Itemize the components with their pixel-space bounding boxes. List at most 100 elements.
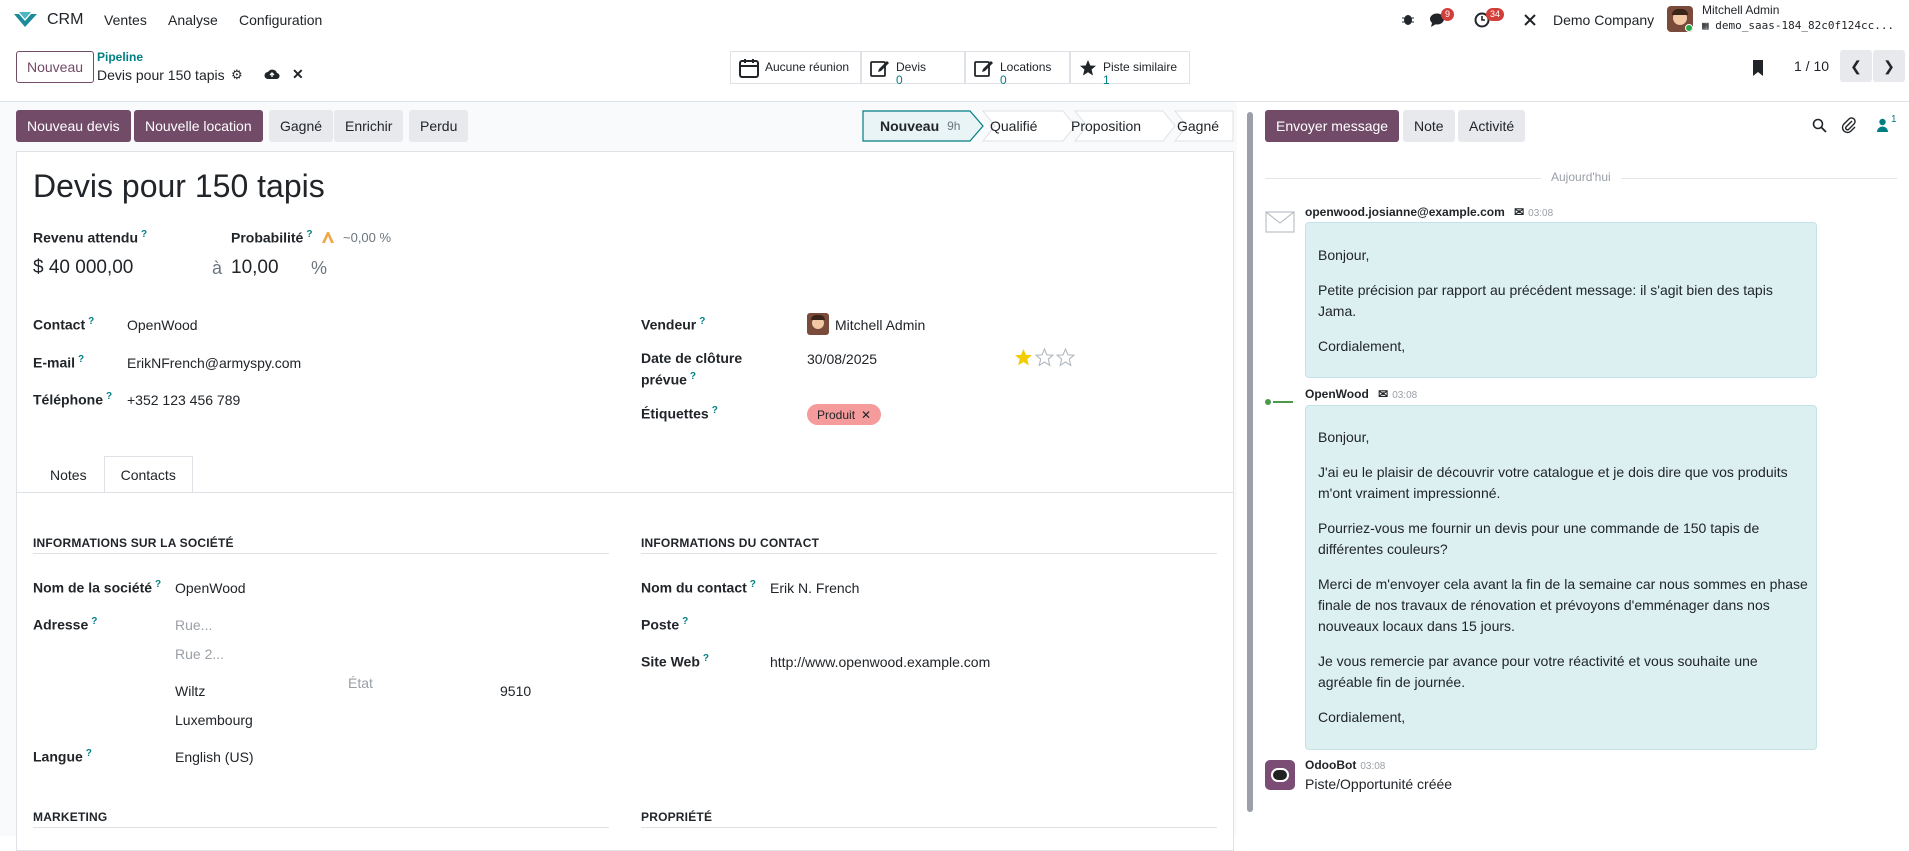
phone-label-text: Téléphone <box>33 391 104 408</box>
probability-field[interactable]: 10,00 <box>231 257 279 279</box>
form-scrollbar[interactable] <box>1245 102 1255 836</box>
smart-button-quotes[interactable]: Devis 0 <box>861 51 965 86</box>
won-button[interactable]: Gagné <box>269 110 334 142</box>
chevron-left-icon: ❮ <box>1850 57 1862 74</box>
envelope-avatar-icon <box>1265 211 1295 233</box>
tab-notes[interactable]: Notes <box>33 456 104 492</box>
smart-button-similar[interactable]: Piste similaire 1 <box>1070 51 1190 86</box>
app-logo-icon[interactable] <box>13 11 38 29</box>
seller-field[interactable]: Mitchell Admin <box>835 317 925 333</box>
language-label: Langue? <box>33 748 92 765</box>
contact-label-text: Contact <box>33 316 86 333</box>
menu-ventes[interactable]: Ventes <box>104 12 147 28</box>
city-field[interactable]: Wiltz <box>175 683 205 699</box>
email-field[interactable]: ErikNFrench@armyspy.com <box>127 355 301 371</box>
ai-probability-icon[interactable] <box>321 230 335 244</box>
stage-qualified[interactable]: Qualifié <box>990 110 1037 142</box>
edit-icon <box>974 60 993 77</box>
priority-stars[interactable] <box>1014 348 1075 367</box>
star-empty-icon[interactable] <box>1056 348 1075 367</box>
smart-button-meetings[interactable]: Aucune réunion <box>730 51 861 84</box>
email-label-text: E-mail <box>33 354 76 371</box>
stage-won[interactable]: Gagné <box>1177 110 1219 142</box>
scrollbar-thumb[interactable] <box>1247 112 1253 812</box>
contact-label: Contact? <box>33 316 95 333</box>
mail-icon: ✉ <box>1378 387 1389 401</box>
language-field[interactable]: English (US) <box>175 749 254 765</box>
company-name-label: Nom de la société? <box>33 579 162 596</box>
at-separator: à <box>212 258 223 278</box>
lost-button[interactable]: Perdu <box>409 110 469 142</box>
paperclip-icon[interactable] <box>1841 117 1857 134</box>
app-name[interactable]: CRM <box>47 11 83 29</box>
company-name-field[interactable]: OpenWood <box>175 580 246 596</box>
message-bubble: Bonjour, Petite précision par rapport au… <box>1305 222 1817 378</box>
country-field[interactable]: Luxembourg <box>175 712 253 728</box>
search-icon[interactable] <box>1812 118 1827 133</box>
lead-title[interactable]: Devis pour 150 tapis <box>33 168 325 205</box>
stage-new[interactable]: Nouveau 9h <box>880 110 960 142</box>
bookmark-icon[interactable] <box>1751 59 1765 77</box>
message-author-name: openwood.josianne@example.com <box>1305 205 1505 219</box>
revenue-field[interactable]: $ 40 000,00 <box>33 257 133 279</box>
message-author[interactable]: OpenWood ✉ 03:08 <box>1305 387 1417 401</box>
job-label: Poste? <box>641 616 689 633</box>
pager-next[interactable]: ❯ <box>1873 50 1905 82</box>
message-author[interactable]: openwood.josianne@example.com ✉ 03:08 <box>1305 205 1553 219</box>
smart-rentals-label: Locations <box>1000 60 1052 74</box>
company-info-heading: INFORMATIONS SUR LA SOCIÉTÉ <box>33 536 234 550</box>
message-text: Je vous remercie par avance pour votre r… <box>1318 653 1758 669</box>
probability-ai: ~0,00 % <box>343 230 392 245</box>
phone-label: Téléphone? <box>33 391 113 408</box>
bug-icon[interactable] <box>1401 12 1415 26</box>
street2-input[interactable]: Rue 2... <box>175 646 224 662</box>
save-cloud-icon[interactable] <box>264 68 280 80</box>
user-name[interactable]: Mitchell Admin <box>1702 3 1779 17</box>
menu-analyse[interactable]: Analyse <box>168 12 218 28</box>
star-filled-icon[interactable] <box>1014 348 1033 367</box>
pager-previous[interactable]: ❮ <box>1840 50 1872 82</box>
form-sheet <box>16 151 1234 851</box>
log-note-button[interactable]: Note <box>1403 110 1455 142</box>
tags-label: Étiquettes? <box>641 405 718 422</box>
pager-value[interactable]: 1 / 10 <box>1794 58 1829 74</box>
close-date-field[interactable]: 30/08/2025 <box>807 351 877 367</box>
stage-proposition[interactable]: Proposition <box>1071 110 1141 142</box>
address-label: Adresse? <box>33 616 98 633</box>
close-date-label-2-text: prévue <box>641 371 687 388</box>
user-avatar[interactable] <box>1667 6 1693 32</box>
followers-count: 1 <box>1891 114 1897 125</box>
enrich-button[interactable]: Enrichir <box>334 110 404 142</box>
openwood-logo <box>1265 398 1295 406</box>
tab-contacts[interactable]: Contacts <box>103 456 193 492</box>
website-field[interactable]: http://www.openwood.example.com <box>770 654 990 670</box>
new-record-button[interactable]: Nouveau <box>16 51 95 83</box>
send-message-button[interactable]: Envoyer message <box>1265 110 1400 142</box>
smart-button-rentals[interactable]: Locations 0 <box>965 51 1070 86</box>
follower-icon[interactable] <box>1876 118 1889 133</box>
breadcrumb-pipeline[interactable]: Pipeline <box>97 50 143 64</box>
database-label: demo_saas-184_82c0f124cc... <box>1715 19 1895 32</box>
gear-icon[interactable]: ⚙ <box>231 67 243 83</box>
new-rental-button[interactable]: Nouvelle location <box>134 110 263 142</box>
company-switcher[interactable]: Demo Company <box>1553 12 1654 28</box>
phone-field[interactable]: +352 123 456 789 <box>127 392 240 408</box>
state-input[interactable]: État <box>348 675 373 691</box>
percent-sign: % <box>311 258 328 278</box>
edit-icon <box>870 60 889 77</box>
contact-name-label-text: Nom du contact <box>641 579 747 596</box>
discard-icon[interactable]: ✕ <box>292 66 304 83</box>
activity-button[interactable]: Activité <box>1458 110 1526 142</box>
new-quote-button[interactable]: Nouveau devis <box>16 110 131 142</box>
star-empty-icon[interactable] <box>1035 348 1054 367</box>
zip-field[interactable]: 9510 <box>500 683 531 699</box>
street-input[interactable]: Rue... <box>175 617 212 633</box>
menu-configuration[interactable]: Configuration <box>239 12 322 28</box>
close-date-label-2: prévue? <box>641 371 697 388</box>
tools-icon[interactable] <box>1523 13 1537 27</box>
tag-remove-icon[interactable]: ✕ <box>861 408 871 422</box>
contact-name-field[interactable]: Erik N. French <box>770 580 859 596</box>
message-author[interactable]: OdooBot 03:08 <box>1305 758 1385 772</box>
contact-field[interactable]: OpenWood <box>127 317 198 333</box>
tag-produit: Produit ✕ <box>807 404 882 425</box>
